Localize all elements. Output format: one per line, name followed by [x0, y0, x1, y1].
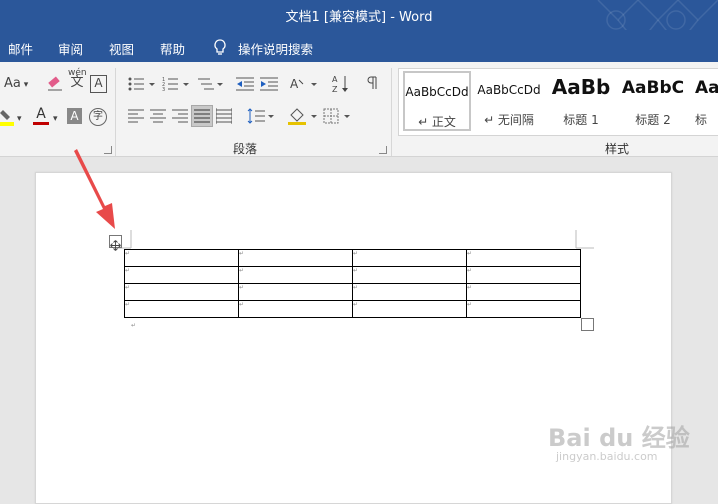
annotation-arrow — [74, 149, 115, 229]
watermark-logo: Bai du 经验 — [548, 424, 690, 452]
watermark-url: jingyan.baidu.com — [556, 450, 658, 463]
